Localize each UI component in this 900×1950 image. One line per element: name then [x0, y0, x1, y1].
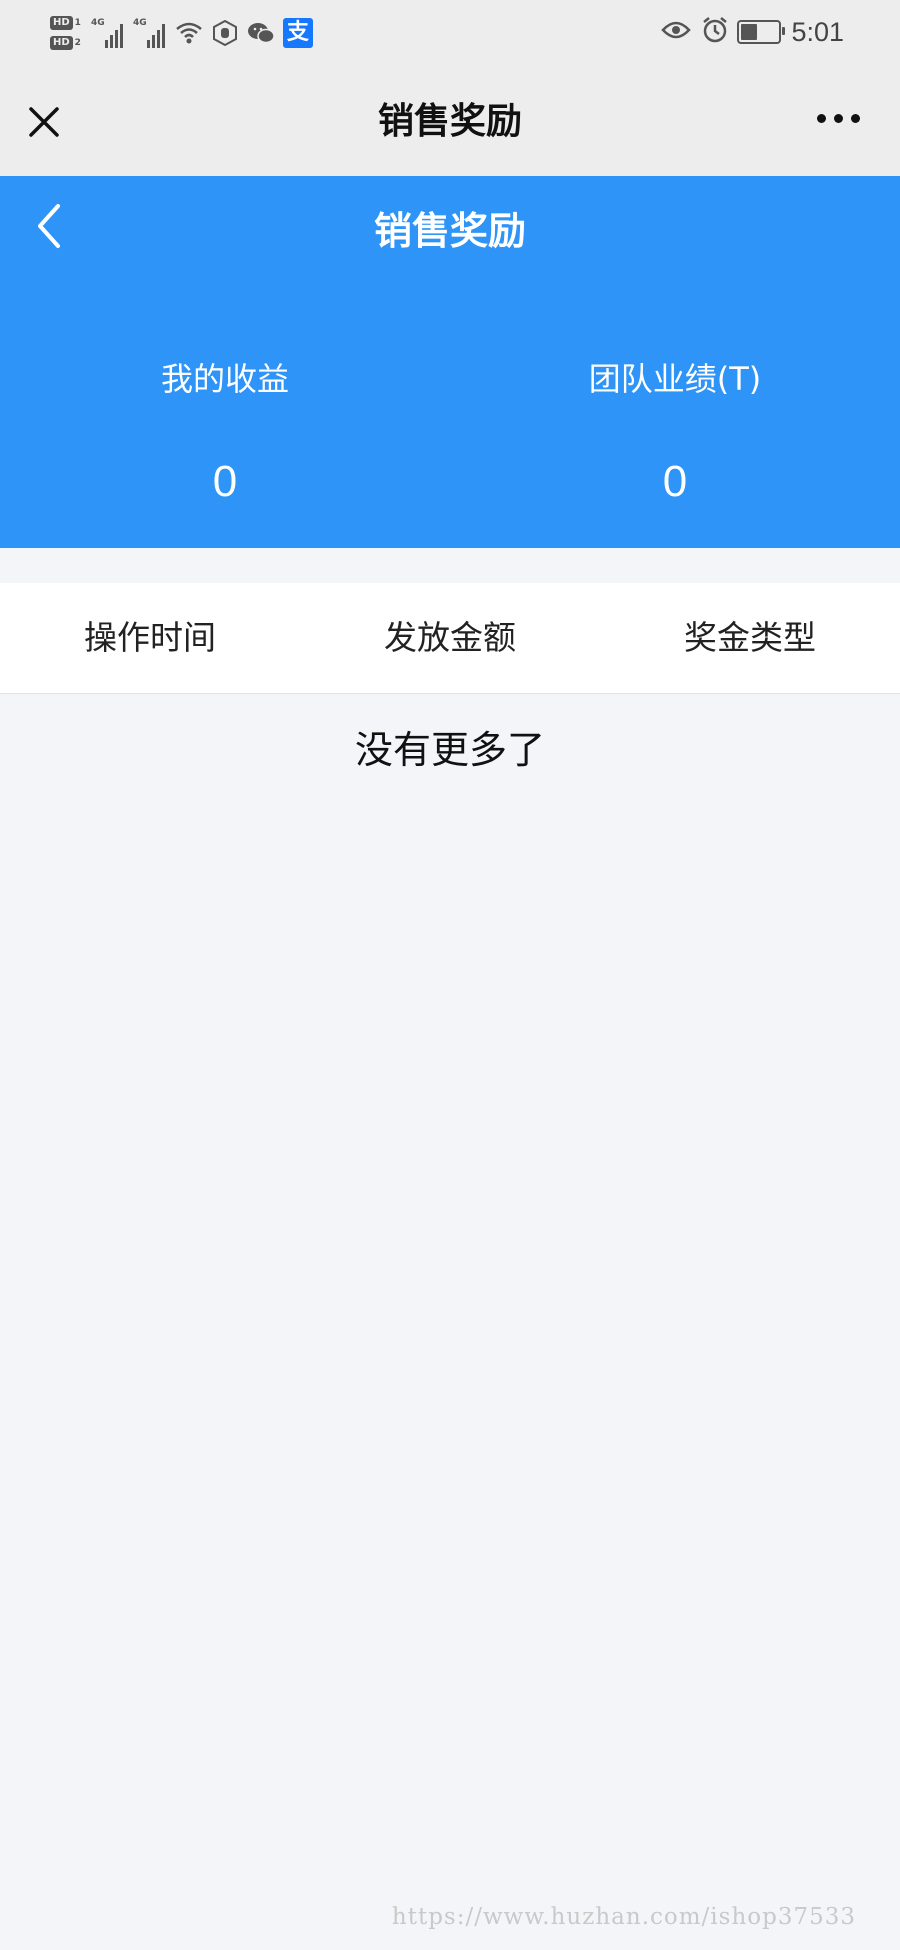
nav-title: 销售奖励 — [377, 101, 522, 142]
column-header-amount: 发放金额 — [384, 618, 516, 657]
eye-icon — [661, 20, 692, 44]
cell-signal-1-icon: 4G — [91, 18, 123, 48]
empty-list-message: 没有更多了 — [354, 728, 545, 772]
team-performance-stat: 团队业绩(T) 0 — [450, 358, 900, 508]
column-header-time: 操作时间 — [84, 618, 216, 657]
hd-badges: HD 1 HD 2 — [50, 16, 81, 50]
column-header-type: 奖金类型 — [684, 618, 816, 657]
wechat-icon — [247, 19, 275, 47]
status-time: 5:01 — [791, 16, 844, 47]
status-bar: HD 1 HD 2 4G 4G 支 5:01 — [0, 0, 900, 66]
more-icon[interactable] — [817, 114, 860, 123]
cell-signal-2-icon: 4G — [133, 18, 165, 48]
page-title: 销售奖励 — [373, 209, 526, 253]
table-header: 操作时间 发放金额 奖金类型 — [0, 583, 900, 694]
hd-badge-1: HD 1 — [50, 16, 81, 30]
wifi-icon — [175, 19, 203, 47]
status-bar-left: HD 1 HD 2 4G 4G 支 — [50, 8, 313, 58]
watermark: https://www.huzhan.com/ishop37533 — [391, 1904, 856, 1930]
status-bar-right: 5:01 — [661, 14, 844, 50]
my-earnings-label: 我的收益 — [160, 360, 289, 398]
hd-badge-2: HD 2 — [50, 36, 81, 50]
hand-icon — [211, 19, 239, 47]
team-performance-value: 0 — [662, 457, 688, 506]
team-performance-label: 团队业绩(T) — [588, 360, 762, 398]
hero-header: 销售奖励 我的收益 0 团队业绩(T) 0 — [0, 176, 900, 548]
battery-icon — [737, 20, 786, 44]
alarm-icon — [701, 16, 729, 48]
alipay-icon: 支 — [282, 18, 313, 48]
nav-bar: 销售奖励 — [0, 66, 900, 176]
my-earnings-stat: 我的收益 0 — [0, 358, 450, 508]
my-earnings-value: 0 — [212, 457, 238, 506]
